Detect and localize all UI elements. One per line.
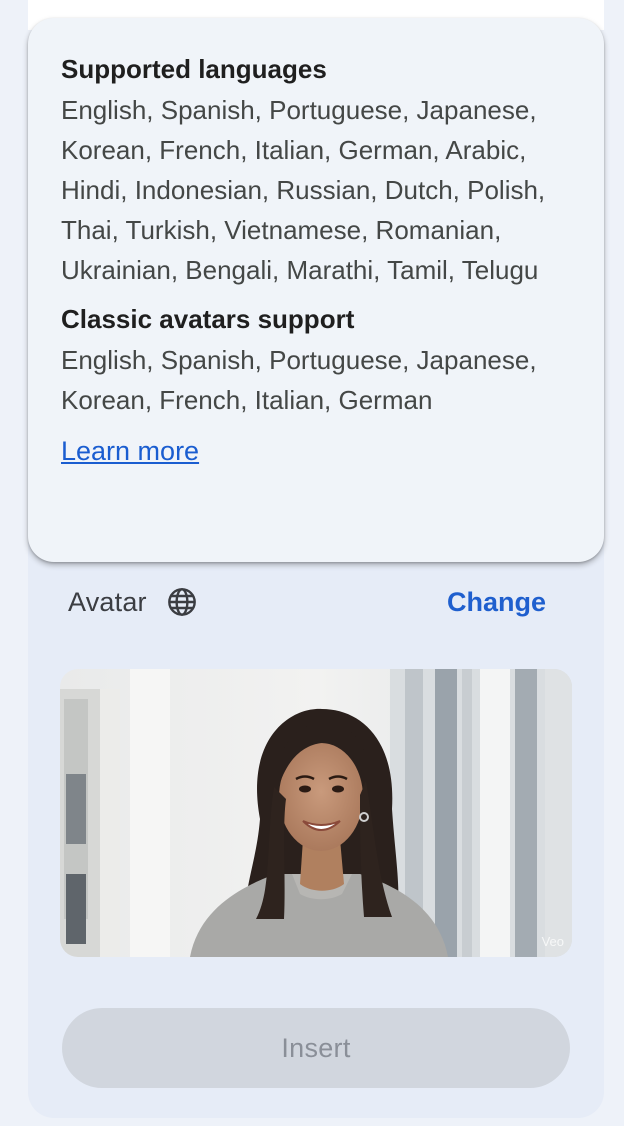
- page: Avatar Change Veo Insert Supported langu…: [0, 0, 624, 1126]
- avatar-preview-image[interactable]: Veo: [60, 669, 572, 957]
- classic-avatars-list: English, Spanish, Portuguese, Japanese, …: [61, 345, 537, 415]
- avatar-panel: Avatar Change Veo Insert: [28, 520, 604, 1118]
- globe-icon[interactable]: [165, 585, 199, 619]
- supported-languages-heading: Supported languages: [61, 54, 327, 84]
- classic-avatars-heading: Classic avatars support: [61, 304, 355, 334]
- veo-watermark: Veo: [541, 934, 564, 949]
- change-avatar-link[interactable]: Change: [447, 587, 546, 618]
- learn-more-link[interactable]: Learn more: [61, 436, 199, 467]
- insert-button[interactable]: Insert: [62, 1008, 570, 1088]
- avatar-label: Avatar: [68, 586, 147, 617]
- avatar-header: Avatar Change: [68, 580, 546, 624]
- language-info-popover: Supported languages English, Spanish, Po…: [28, 18, 604, 562]
- supported-languages-list: English, Spanish, Portuguese, Japanese, …: [61, 95, 546, 285]
